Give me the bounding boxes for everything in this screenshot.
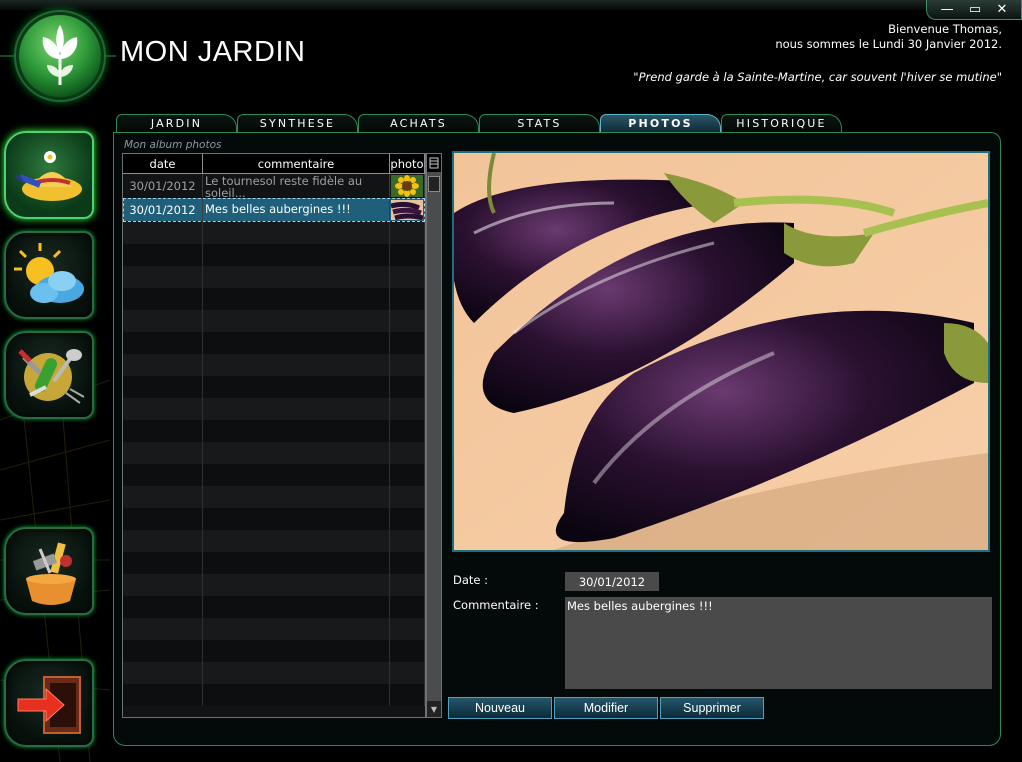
nav-garden-button[interactable] (4, 131, 94, 219)
table-row[interactable]: 30/01/2012 Le tournesol reste fidèle au … (123, 174, 425, 198)
proverb-quote: "Prend garde à la Sainte-Martine, car so… (633, 70, 1002, 84)
nav-shopping-button[interactable] (4, 527, 94, 615)
tab-jardin[interactable]: JARDIN (116, 114, 237, 132)
row-date: 30/01/2012 (123, 174, 203, 197)
welcome-line: Bienvenue Thomas, (888, 22, 1002, 36)
tab-achats[interactable]: ACHATS (358, 114, 479, 132)
welcome-message: Bienvenue Thomas, nous sommes le Lundi 3… (775, 22, 1002, 52)
nav-exit-button[interactable] (4, 659, 94, 747)
scroll-down-arrow[interactable]: ▼ (427, 701, 441, 717)
tab-stats[interactable]: STATS (479, 114, 600, 132)
sunflower-thumbnail-icon (391, 174, 423, 197)
tab-photos[interactable]: PHOTOS (600, 114, 721, 132)
close-button[interactable]: ✕ (996, 3, 1007, 16)
column-header-photo[interactable]: photo (390, 154, 425, 173)
nav-weather-button[interactable] (4, 231, 94, 319)
scroll-up-arrow[interactable] (428, 176, 440, 192)
date-field[interactable]: 30/01/2012 (565, 572, 659, 591)
new-button[interactable]: Nouveau (448, 697, 552, 719)
garden-hat-icon (14, 151, 82, 201)
table-header: date commentaire photo (123, 154, 425, 174)
column-header-date[interactable]: date (123, 154, 203, 173)
window-controls: — ▭ ✕ (926, 0, 1022, 20)
leaf-icon (42, 25, 78, 85)
title-bar[interactable] (0, 0, 926, 10)
tab-synthese[interactable]: SYNTHESE (237, 114, 358, 132)
minimize-button[interactable]: — (941, 3, 954, 16)
eggplant-thumbnail-icon (391, 199, 423, 220)
eggplant-photo (454, 153, 988, 550)
maximize-button[interactable]: ▭ (969, 3, 981, 16)
edit-button[interactable]: Modifier (554, 697, 658, 719)
column-chooser-icon[interactable] (427, 154, 441, 172)
row-date: 30/01/2012 (123, 198, 203, 221)
photo-table: date commentaire photo 30/01/2012 Le tou… (122, 153, 426, 718)
row-comment: Mes belles aubergines !!! (203, 198, 390, 221)
exit-icon (17, 676, 81, 734)
app-logo (16, 12, 104, 100)
row-thumbnail (390, 198, 425, 221)
app-title: MON JARDIN (120, 36, 306, 68)
table-scrollbar[interactable]: ▼ (426, 153, 442, 718)
delete-button[interactable]: Supprimer (660, 697, 764, 719)
date-label: Date : (453, 573, 489, 587)
weather-icon (14, 243, 84, 303)
comment-field[interactable]: Mes belles aubergines !!! (565, 597, 992, 689)
column-header-comment[interactable]: commentaire (203, 154, 390, 173)
tab-historique[interactable]: HISTORIQUE (721, 114, 842, 132)
album-title: Mon album photos (124, 139, 222, 151)
date-line: nous sommes le Lundi 30 Janvier 2012. (775, 37, 1002, 51)
photo-preview (452, 151, 990, 552)
tab-bar: JARDIN SYNTHESE ACHATS STATS PHOTOS HIST… (116, 114, 842, 134)
empty-rows (123, 222, 425, 706)
row-thumbnail (390, 174, 425, 197)
nav-tools-button[interactable] (4, 331, 94, 419)
row-comment: Le tournesol reste fidèle au soleil... (203, 174, 390, 197)
shopping-basket-icon (26, 542, 76, 605)
table-row-selected[interactable]: 30/01/2012 Mes belles aubergines !!! (123, 198, 425, 222)
comment-label: Commentaire : (453, 598, 539, 612)
garden-tools-icon (18, 349, 85, 404)
table-body: 30/01/2012 Le tournesol reste fidèle au … (123, 174, 425, 222)
